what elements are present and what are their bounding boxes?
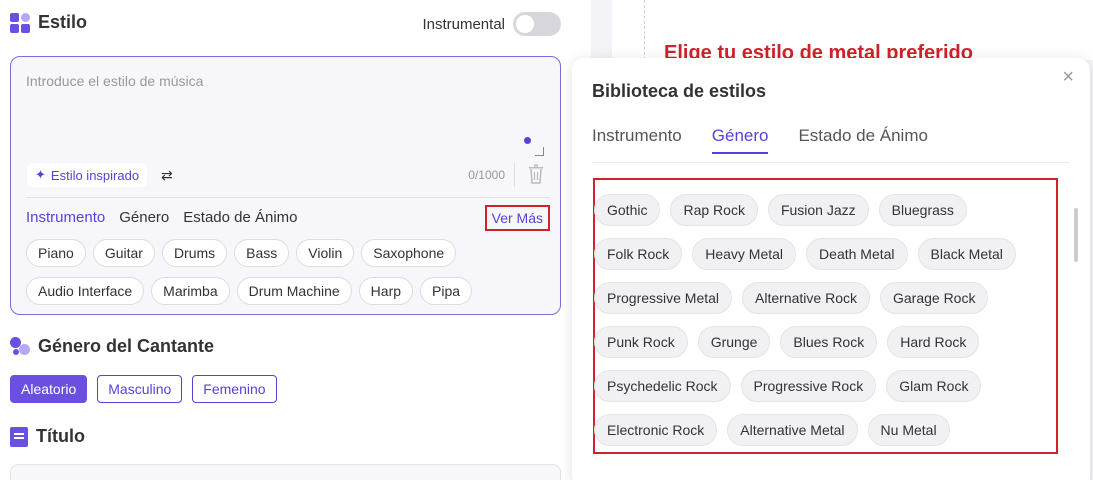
instrumental-label: Instrumental: [422, 15, 505, 33]
chip-audio-interface[interactable]: Audio Interface: [26, 277, 145, 305]
genre-row: Electronic Rock Alternative Metal Nu Met…: [594, 414, 950, 446]
genre-chip[interactable]: Rap Rock: [670, 194, 758, 226]
genre-chip[interactable]: Gothic: [594, 194, 661, 226]
genre-chip[interactable]: Psychedelic Rock: [594, 370, 731, 402]
style-icon: [10, 12, 30, 33]
inspired-style-button[interactable]: ✦ Estilo inspirado: [27, 163, 148, 187]
chip-pipa[interactable]: Pipa: [420, 277, 473, 305]
divider: [514, 163, 515, 187]
chip-bass[interactable]: Bass: [234, 239, 290, 267]
trash-icon[interactable]: [528, 164, 544, 184]
close-icon[interactable]: ×: [1062, 66, 1074, 89]
genre-row: Punk Rock Grunge Blues Rock Hard Rock: [594, 326, 980, 358]
gender-femenino-button[interactable]: Femenino: [192, 375, 277, 403]
tab-estado-animo[interactable]: Estado de Ánimo: [183, 209, 297, 226]
modal-tab-estado-animo[interactable]: Estado de Ánimo: [798, 126, 927, 154]
ver-mas-button[interactable]: Ver Más: [484, 205, 550, 231]
instrumental-toggle[interactable]: [513, 12, 561, 36]
tab-instrumento[interactable]: Instrumento: [26, 209, 105, 226]
genre-chip[interactable]: Punk Rock: [594, 326, 688, 358]
instrument-chips-row-2: Audio Interface Marimba Drum Machine Har…: [26, 277, 473, 305]
genre-chip[interactable]: Alternative Rock: [742, 282, 870, 314]
style-input-placeholder[interactable]: Introduce el estilo de música: [26, 73, 203, 89]
left-panel: Estilo Instrumental Introduce el estilo …: [0, 0, 575, 480]
resize-handle-icon[interactable]: [535, 147, 544, 156]
genre-chip[interactable]: Glam Rock: [886, 370, 982, 402]
genre-chip[interactable]: Alternative Metal: [727, 414, 858, 446]
title-input[interactable]: [10, 464, 561, 480]
instrumental-toggle-group: Instrumental: [422, 12, 561, 36]
chip-drums[interactable]: Drums: [161, 239, 228, 267]
modal-divider: [592, 162, 1070, 163]
style-library-modal: Biblioteca de estilos × Instrumento Géne…: [572, 58, 1090, 480]
sparkle-icon: ✦: [35, 167, 46, 182]
gender-masculino-button[interactable]: Masculino: [97, 375, 183, 403]
genre-chip[interactable]: Heavy Metal: [692, 238, 797, 270]
gender-icon: [10, 336, 30, 357]
genre-chip[interactable]: Fusion Jazz: [767, 194, 869, 226]
chip-violin[interactable]: Violin: [296, 239, 355, 267]
genre-chip[interactable]: Blues Rock: [780, 326, 878, 358]
chip-piano[interactable]: Piano: [26, 239, 86, 267]
gender-title: Género del Cantante: [38, 336, 215, 356]
box-divider: [26, 197, 550, 198]
genre-chip[interactable]: Electronic Rock: [594, 414, 718, 446]
chip-guitar[interactable]: Guitar: [92, 239, 155, 267]
chip-drum-machine[interactable]: Drum Machine: [236, 277, 352, 305]
genre-chip[interactable]: Hard Rock: [887, 326, 980, 358]
dashed-line: [644, 0, 645, 60]
style-header: Estilo: [10, 12, 87, 33]
genre-chip[interactable]: Progressive Metal: [594, 282, 733, 314]
genre-chip[interactable]: Bluegrass: [878, 194, 967, 226]
genre-chip[interactable]: Death Metal: [806, 238, 908, 270]
title-header: Título: [10, 426, 85, 447]
title-icon: [10, 426, 28, 447]
genre-row: Gothic Rap Rock Fusion Jazz Bluegrass: [594, 194, 967, 226]
genre-chip[interactable]: Progressive Rock: [740, 370, 877, 402]
genre-chip[interactable]: Folk Rock: [594, 238, 683, 270]
indicator-dot: [524, 137, 531, 144]
genre-chip[interactable]: Grunge: [697, 326, 771, 358]
modal-tab-genero[interactable]: Género: [711, 126, 769, 154]
style-input-box[interactable]: Introduce el estilo de música ✦ Estilo i…: [10, 56, 561, 315]
scrollbar[interactable]: [1074, 208, 1078, 262]
modal-title: Biblioteca de estilos: [592, 81, 767, 101]
genre-chip[interactable]: Garage Rock: [879, 282, 989, 314]
genre-chip[interactable]: Black Metal: [917, 238, 1016, 270]
gender-header: Género del Cantante: [10, 336, 214, 357]
gender-aleatorio-button[interactable]: Aleatorio: [10, 375, 88, 403]
title-label: Título: [36, 426, 85, 446]
genre-row: Folk Rock Heavy Metal Death Metal Black …: [594, 238, 1016, 270]
chip-marimba[interactable]: Marimba: [151, 277, 230, 305]
shuffle-icon[interactable]: ⇄: [161, 167, 173, 184]
genre-chip[interactable]: Nu Metal: [867, 414, 950, 446]
instrument-chips-row-1: Piano Guitar Drums Bass Violin Saxophone: [26, 239, 457, 267]
modal-tabs: Instrumento Género Estado de Ánimo: [592, 126, 928, 154]
style-title: Estilo: [38, 12, 88, 32]
gender-options: Aleatorio Masculino Femenino: [10, 375, 277, 403]
char-counter: 0/1000: [468, 168, 505, 182]
chip-harp[interactable]: Harp: [358, 277, 414, 305]
modal-tab-instrumento[interactable]: Instrumento: [592, 126, 682, 154]
genre-row: Progressive Metal Alternative Rock Garag…: [594, 282, 989, 314]
chip-saxophone[interactable]: Saxophone: [361, 239, 457, 267]
style-tabs: Instrumento Género Estado de Ánimo: [26, 209, 298, 226]
inspired-style-label: Estilo inspirado: [50, 167, 140, 183]
tab-genero[interactable]: Género: [119, 209, 169, 226]
genre-row: Psychedelic Rock Progressive Rock Glam R…: [594, 370, 982, 402]
